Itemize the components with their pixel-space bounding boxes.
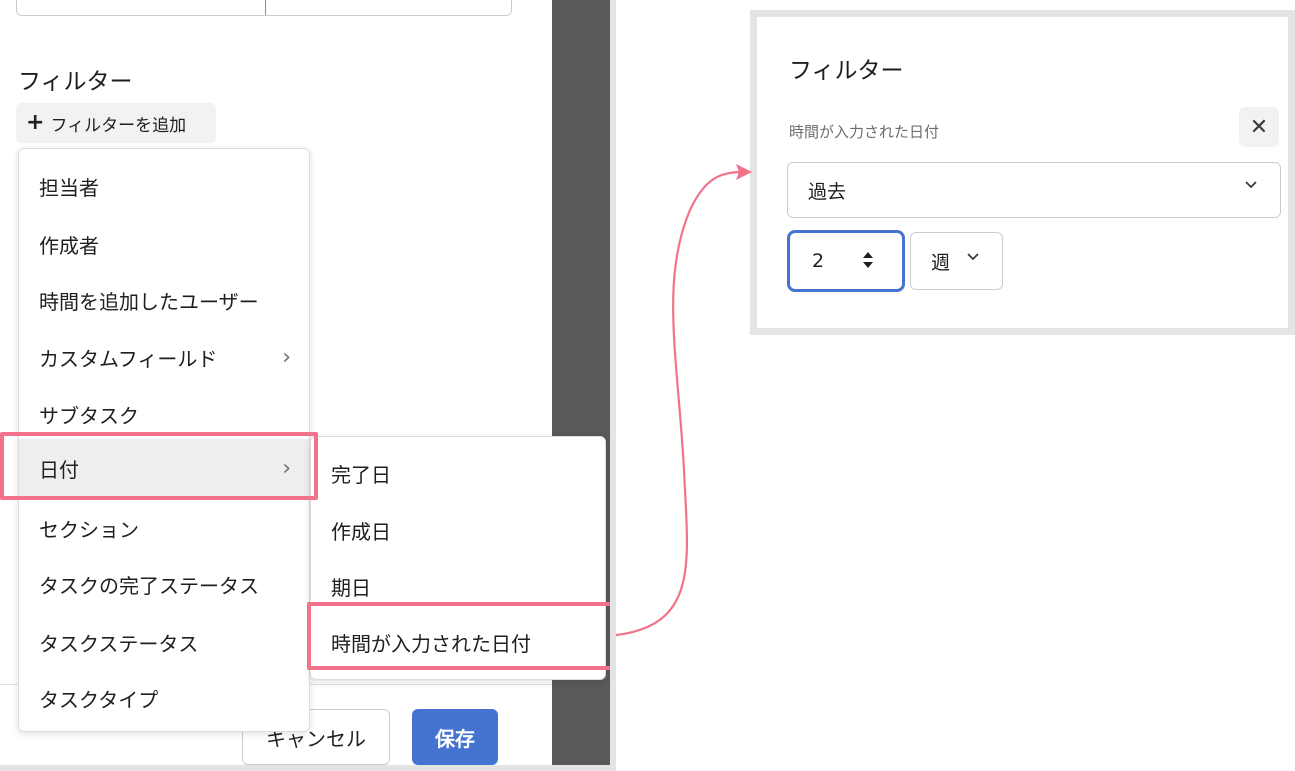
connector-arrow	[615, 164, 752, 637]
